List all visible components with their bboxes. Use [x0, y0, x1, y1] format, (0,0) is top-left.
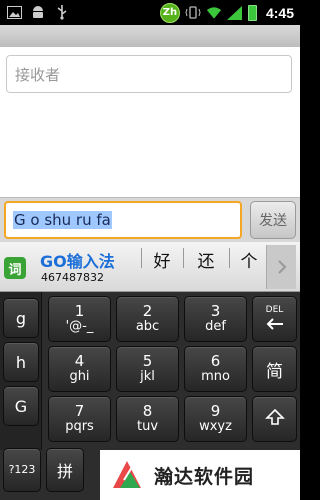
key-2[interactable]: 2 abc: [116, 296, 179, 342]
message-bar: G o shu ru fa 发送: [0, 197, 300, 242]
key-8[interactable]: 8 tuv: [116, 396, 179, 442]
message-input[interactable]: G o shu ru fa: [4, 201, 242, 239]
backspace-icon: [266, 315, 284, 334]
compose-area: 接收者: [0, 47, 300, 197]
key-5[interactable]: 5 jkl: [116, 346, 179, 392]
message-text: G o shu ru fa: [13, 211, 112, 229]
delete-button[interactable]: DEL: [252, 296, 297, 342]
symbol-switch-button[interactable]: ?123: [3, 448, 41, 492]
send-button[interactable]: 发送: [250, 201, 296, 239]
letter-key-G[interactable]: G: [3, 386, 39, 426]
input-code: 467487832: [41, 271, 104, 284]
ime-menu-icon[interactable]: 词: [4, 257, 26, 279]
candidate-3[interactable]: 个: [234, 248, 264, 272]
signal-icon: [227, 5, 243, 21]
candidate-bar: 词 GO输入法 467487832 好 还 个: [0, 242, 300, 292]
vibrate-icon: [185, 5, 201, 21]
watermark-text: 瀚达软件园: [154, 465, 255, 488]
candidate-1[interactable]: 好: [146, 248, 178, 272]
battery-icon: [247, 4, 257, 21]
watermark: 瀚达软件园: [100, 450, 300, 500]
shift-button[interactable]: [252, 396, 297, 442]
brand-go: GO: [40, 252, 67, 271]
letter-key-g[interactable]: g: [3, 298, 39, 338]
ime-brand: GO输入法: [40, 248, 115, 272]
pinyin-mode-button[interactable]: 拼: [46, 448, 84, 492]
usb-icon: [54, 5, 70, 21]
status-bar: Zh 4:45: [0, 0, 300, 25]
key-7[interactable]: 7 pqrs: [48, 396, 111, 442]
watermark-logo: [110, 458, 144, 492]
key-1[interactable]: 1 '@-_: [48, 296, 111, 342]
chevron-right-icon[interactable]: [266, 245, 296, 289]
android-icon: [30, 5, 46, 21]
letter-key-h[interactable]: h: [3, 342, 39, 382]
clock: 4:45: [265, 4, 294, 21]
candidate-separator: [183, 248, 184, 268]
wifi-icon: [206, 5, 222, 21]
key-9[interactable]: 9 wxyz: [184, 396, 247, 442]
compose-header: [0, 25, 300, 47]
simplified-toggle-button[interactable]: 简: [252, 346, 297, 392]
candidate-separator: [141, 248, 142, 268]
recipient-input[interactable]: 接收者: [6, 55, 292, 93]
brand-name: 输入法: [66, 252, 115, 271]
candidate-separator: [229, 248, 230, 268]
picture-icon: [6, 5, 22, 21]
key-4[interactable]: 4 ghi: [48, 346, 111, 392]
candidate-2[interactable]: 还: [188, 248, 224, 272]
key-6[interactable]: 6 mno: [184, 346, 247, 392]
key-3[interactable]: 3 def: [184, 296, 247, 342]
ime-zh-icon: Zh: [159, 2, 180, 23]
recipient-placeholder: 接收者: [15, 65, 61, 84]
shift-arrow-icon: [264, 408, 285, 430]
